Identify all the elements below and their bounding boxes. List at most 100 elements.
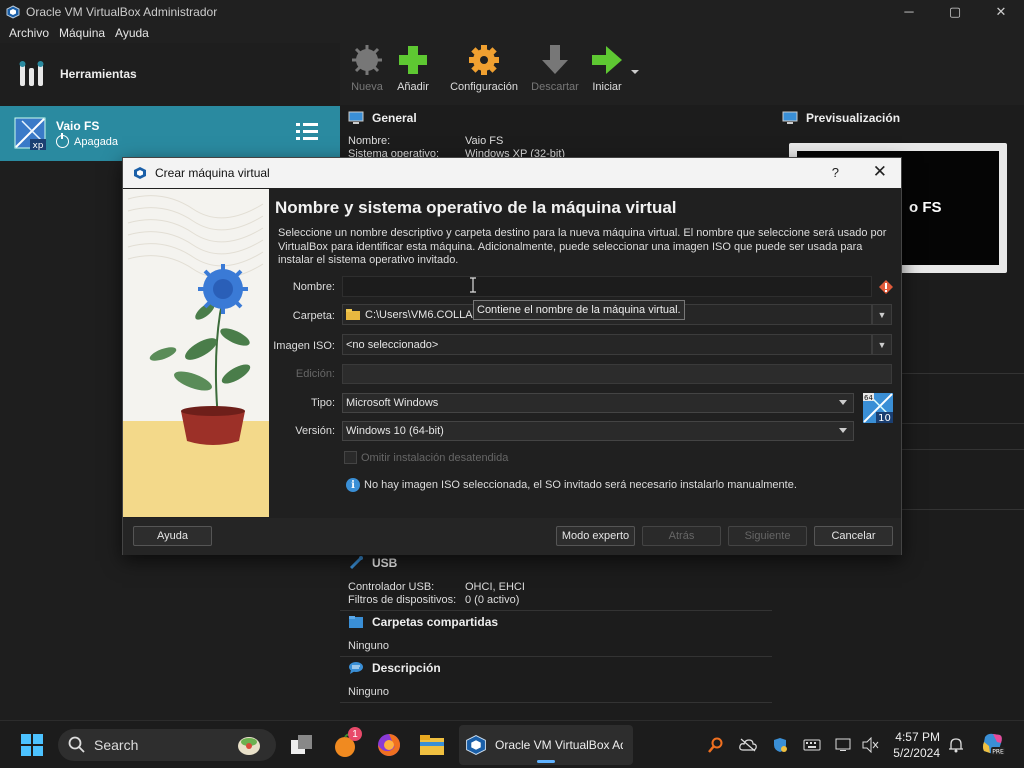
window-titlebar: Oracle VM VirtualBox Administrador ─ ▢ ✕ <box>0 0 1024 23</box>
usb-controller-row: Controlador USB: OHCI, EHCI <box>348 581 525 593</box>
monitor-icon <box>348 111 364 124</box>
cloud-sync-icon[interactable] <box>738 735 758 755</box>
taskbar-virtualbox[interactable]: Oracle VM VirtualBox Ad <box>459 725 633 765</box>
divider <box>340 656 772 657</box>
speech-bubble-icon <box>349 662 363 674</box>
nombre-input[interactable] <box>342 276 872 297</box>
skip-unattended-checkbox[interactable]: Omitir instalación desatendida <box>344 451 508 464</box>
ayuda-button[interactable]: Ayuda <box>133 526 212 546</box>
monitor-icon <box>782 111 798 124</box>
usb-icon <box>349 556 363 570</box>
defender-icon[interactable] <box>770 735 790 755</box>
keyboard-icon[interactable] <box>802 735 822 755</box>
descartar-label: Descartar <box>531 81 579 93</box>
atras-button[interactable]: Atrás <box>642 526 721 546</box>
taskbar-firefox[interactable] <box>373 729 405 761</box>
preview-heading: Previsualización <box>806 111 901 125</box>
arrow-right-icon <box>592 46 622 74</box>
search-tray-icon[interactable] <box>706 735 726 755</box>
tools-label: Herramientas <box>60 67 137 81</box>
virtualbox-app-icon <box>6 4 20 19</box>
usb-section-header: USB <box>348 556 397 570</box>
version-value: Windows 10 (64-bit) <box>346 425 444 437</box>
search-label: Search <box>94 737 139 753</box>
checkbox-box[interactable] <box>344 451 357 464</box>
taskbar-virtualbox-label: Oracle VM VirtualBox Ad <box>495 738 623 752</box>
usb-filters-row: Filtros de dispositivos: 0 (0 activo) <box>348 594 520 606</box>
iso-dropdown-button[interactable]: ▼ <box>872 334 892 355</box>
arrow-down-icon <box>542 45 568 74</box>
edicion-label: Edición: <box>295 368 335 380</box>
iniciar-label: Iniciar <box>592 81 622 93</box>
vm-details-menu-icon[interactable] <box>295 121 319 143</box>
text-cursor-icon <box>470 277 476 293</box>
potted-flower-illustration <box>123 189 269 517</box>
active-indicator <box>537 760 555 763</box>
divider <box>340 610 772 611</box>
vm-list-item[interactable]: xp Vaio FS Apagada <box>0 106 340 161</box>
iso-combobox[interactable]: <no seleccionado> <box>342 334 872 355</box>
svg-text:PRE: PRE <box>992 749 1004 756</box>
taskbar-file-explorer[interactable] <box>416 729 448 761</box>
edicion-select[interactable] <box>342 364 892 384</box>
windows-10-64bit-icon: 64 10 <box>863 393 893 424</box>
firefox-icon <box>378 734 400 756</box>
description-heading: Descripción <box>372 661 441 675</box>
configuracion-button[interactable]: Configuración <box>448 43 520 93</box>
folder-icon <box>420 735 444 755</box>
tipo-label: Tipo: <box>310 397 335 409</box>
menu-maquina[interactable]: Máquina <box>59 26 105 40</box>
nueva-button[interactable]: Nueva <box>350 43 384 93</box>
tipo-value: Microsoft Windows <box>346 397 439 409</box>
maximize-button[interactable]: ▢ <box>932 0 978 23</box>
notifications-bell-icon[interactable] <box>946 735 966 755</box>
modo-experto-button[interactable]: Modo experto <box>556 526 635 546</box>
wizard-illustration <box>123 189 269 517</box>
menubar: Archivo Máquina Ayuda <box>0 23 1024 43</box>
svg-text:10: 10 <box>878 413 891 424</box>
version-label: Versión: <box>295 425 335 437</box>
shared-folders-heading: Carpetas compartidas <box>372 615 499 629</box>
cancelar-button[interactable]: Cancelar <box>814 526 893 546</box>
preview-screen-text: o FS <box>909 199 942 216</box>
system-clock[interactable]: 4:57 PM 5/2/2024 <box>888 729 940 761</box>
version-select[interactable]: Windows 10 (64-bit) <box>342 421 854 441</box>
gear-starburst-icon <box>352 45 382 75</box>
create-vm-dialog: Crear máquina virtual ? ✕ Nombre y siste… <box>122 157 902 555</box>
iniciar-button[interactable]: Iniciar <box>590 43 624 93</box>
xp-badge-text: xp <box>32 141 43 151</box>
tipo-select[interactable]: Microsoft Windows <box>342 393 854 413</box>
clock-time: 4:57 PM <box>895 730 940 744</box>
descartar-button[interactable]: Descartar <box>530 43 580 93</box>
dialog-close-button[interactable]: ✕ <box>873 162 887 182</box>
preview-header: Previsualización <box>782 111 900 125</box>
minimize-button[interactable]: ─ <box>886 0 932 23</box>
siguiente-button[interactable]: Siguiente <box>728 526 807 546</box>
start-button[interactable] <box>16 729 48 761</box>
menu-ayuda[interactable]: Ayuda <box>115 26 149 40</box>
tools-item[interactable]: Herramientas <box>0 43 340 105</box>
dialog-help-button[interactable]: ? <box>832 165 839 180</box>
taskbar-app-orange[interactable]: 1 <box>330 727 362 761</box>
settings-gear-icon <box>469 45 499 75</box>
carpeta-value: C:\Users\VM6.COLLAB <box>365 308 480 321</box>
menu-archivo[interactable]: Archivo <box>9 26 49 40</box>
volume-muted-icon[interactable] <box>860 735 880 755</box>
vm-name: Vaio FS <box>56 119 100 133</box>
description-section-header: Descripción <box>348 661 441 675</box>
taskbar-search[interactable]: Search <box>58 729 276 761</box>
iniciar-dropdown-icon[interactable] <box>630 68 640 76</box>
copilot-icon[interactable]: PRE <box>980 731 1006 757</box>
carpeta-dropdown-button[interactable]: ▼ <box>872 304 892 325</box>
task-view-button[interactable] <box>286 729 318 761</box>
folder-icon <box>346 309 360 320</box>
dialog-titlebar: Crear máquina virtual ? ✕ <box>123 158 901 188</box>
svg-text:64: 64 <box>864 394 873 402</box>
network-icon[interactable] <box>834 735 854 755</box>
anadir-label: Añadir <box>397 81 429 93</box>
anadir-button[interactable]: Añadir <box>396 43 430 93</box>
general-section-header: General <box>348 111 417 125</box>
close-window-button[interactable]: ✕ <box>978 0 1024 23</box>
virtualbox-app-icon <box>466 735 486 755</box>
usb-heading: USB <box>372 556 398 570</box>
